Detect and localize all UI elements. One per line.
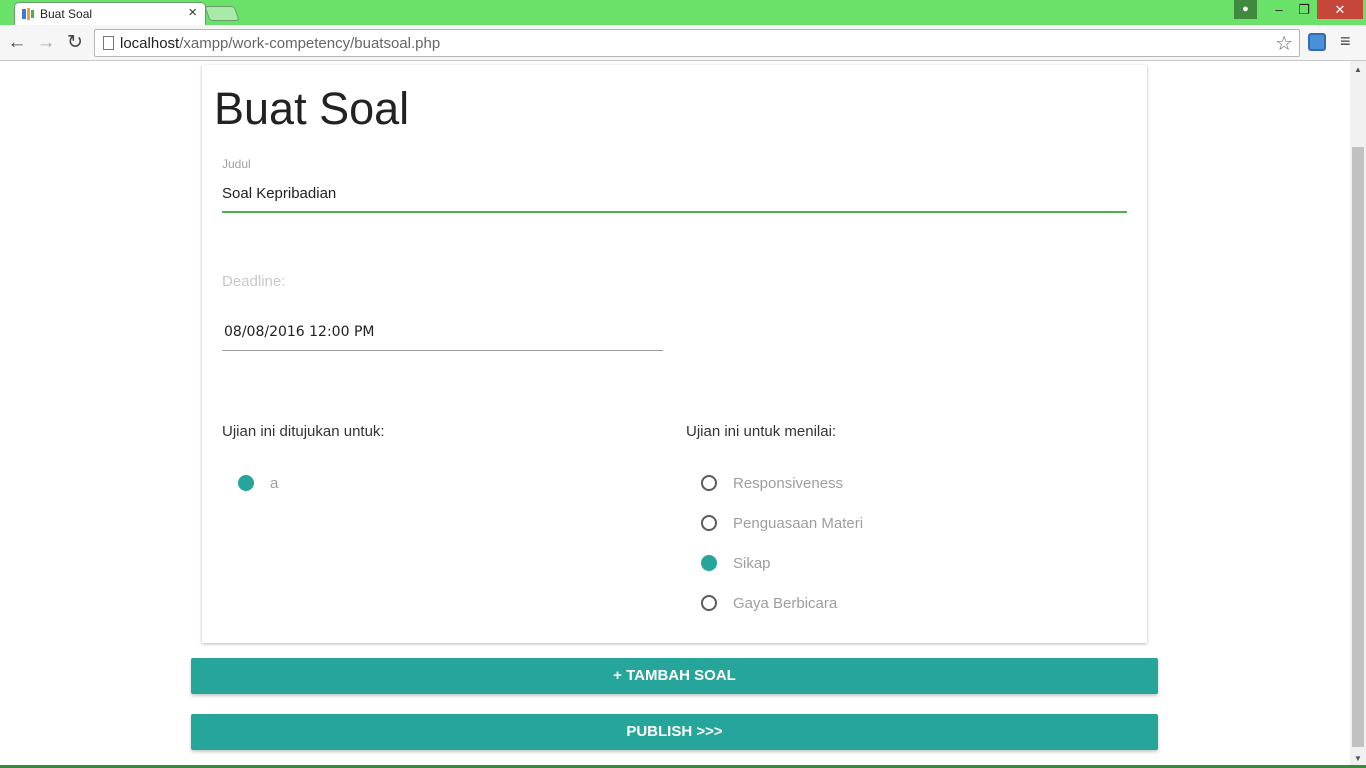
assess-option-sikap[interactable]: Sikap [701,551,771,575]
close-window-button[interactable]: ✕ [1317,0,1363,19]
extension-icon[interactable] [1308,33,1326,51]
assess-option-responsiveness[interactable]: Responsiveness [701,471,843,495]
radio-label: Responsiveness [733,474,844,492]
minimize-button[interactable]: ‒ [1266,0,1292,19]
target-group-label: Ujian ini ditujukan untuk: [222,423,385,440]
radio-unchecked-icon[interactable] [701,595,717,611]
browser-tab-bar: Buat Soal × ● ‒ ❐ ✕ [0,0,1366,25]
tab-close-icon[interactable]: × [188,5,197,21]
page-viewport: Buat Soal Judul Deadline: Ujian ini ditu… [0,61,1350,768]
scroll-down-arrow-icon[interactable]: ▼ [1350,752,1366,766]
deadline-input[interactable] [222,313,663,351]
radio-label: Sikap [733,554,771,572]
url-host: localhost [120,35,180,52]
radio-checked-icon[interactable] [701,555,717,571]
judul-label: Judul [222,157,251,171]
assess-option-gaya-berbicara[interactable]: Gaya Berbicara [701,591,837,615]
browser-menu-icon[interactable]: ≡ [1340,31,1351,52]
tambah-soal-button[interactable]: + TAMBAH SOAL [191,658,1158,694]
bookmark-star-icon[interactable]: ☆ [1275,31,1293,56]
judul-input[interactable] [222,175,1127,213]
radio-label: Penguasaan Materi [733,514,864,532]
back-arrow-icon[interactable]: ← [6,32,28,54]
publish-button[interactable]: PUBLISH >>> [191,714,1158,750]
radio-checked-icon[interactable] [238,475,254,491]
page-title: Buat Soal [214,83,410,134]
target-option-a[interactable]: a [238,471,278,495]
restore-button[interactable]: ❐ [1291,0,1317,19]
tab-title: Buat Soal [40,7,93,21]
reload-icon[interactable]: ↻ [64,32,86,54]
site-favicon-icon [22,8,34,20]
page-scrollbar[interactable]: ▲ ▼ [1350,61,1366,768]
assess-group-label: Ujian ini untuk menilai: [686,423,837,440]
radio-unchecked-icon[interactable] [701,515,717,531]
browser-tab[interactable]: Buat Soal × [14,2,206,25]
url-path: /xampp/work-competency/buatsoal.php [179,35,441,52]
forward-arrow-icon[interactable]: → [35,32,57,54]
new-tab-button[interactable] [204,6,240,21]
radio-label: a [270,474,279,492]
user-profile-icon[interactable]: ● [1234,0,1257,19]
radio-unchecked-icon[interactable] [701,475,717,491]
browser-toolbar: ← → ↻ localhost/xampp/work-competency/bu… [0,25,1366,61]
assess-option-penguasaan-materi[interactable]: Penguasaan Materi [701,511,863,535]
scrollbar-thumb[interactable] [1352,147,1364,747]
scroll-up-arrow-icon[interactable]: ▲ [1350,63,1366,77]
radio-label: Gaya Berbicara [733,594,838,612]
address-bar[interactable]: localhost/xampp/work-competency/buatsoal… [94,29,1300,57]
page-icon [103,36,114,50]
deadline-label: Deadline: [222,273,286,290]
form-card: Buat Soal Judul Deadline: Ujian ini ditu… [202,65,1147,643]
url-text[interactable]: localhost/xampp/work-competency/buatsoal… [120,35,440,52]
